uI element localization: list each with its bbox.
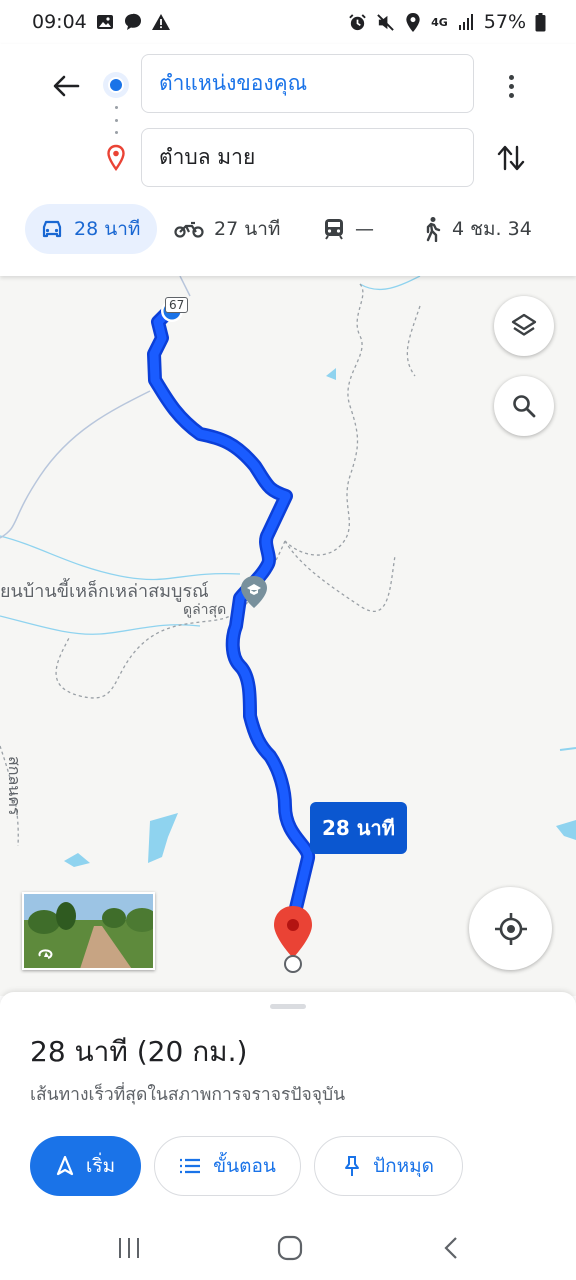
swap-button[interactable] <box>494 138 528 178</box>
status-right: 4G 57% <box>347 11 546 33</box>
travel-modes: 28 นาที 27 นาที — 4 ชม. 34 <box>0 204 576 256</box>
layers-icon <box>511 313 537 336</box>
route-summary-sheet[interactable]: 28 นาที (20 กม.) เส้นทางเร็วที่สุดในสภาพ… <box>0 992 576 1216</box>
search-along-route-button[interactable] <box>494 376 554 436</box>
poi-name[interactable]: ยนบ้านขี้เหล็กเหล่าสมบูรณ์ <box>0 576 209 605</box>
route-description: เส้นทางเร็วที่สุดในสภาพการจราจรปัจจุบัน <box>30 1085 346 1105</box>
mode-driving[interactable]: 28 นาที <box>25 204 157 254</box>
alarm-icon <box>347 12 367 32</box>
poi-subtitle: ดูล่าสุด <box>183 602 227 618</box>
message-bubble-icon <box>123 12 143 32</box>
mode-motorcycle[interactable]: 27 นาที <box>174 204 280 254</box>
back-nav-button[interactable] <box>431 1232 471 1264</box>
navigation-arrow-icon <box>56 1156 73 1176</box>
crosshair-icon <box>494 912 527 945</box>
map-view[interactable]: 67 ยนบ้านขี้เหล็กเหล่าสมบูรณ์ ดูล่าสุด ส… <box>0 276 576 996</box>
car-icon <box>42 220 62 238</box>
mode-walking-label: 4 ชม. 34 <box>452 218 532 240</box>
route-duration-distance: 28 นาที (20 กม.) <box>30 1035 248 1068</box>
steps-button[interactable]: ขั้นตอน <box>154 1136 301 1196</box>
recents-button[interactable] <box>109 1232 149 1264</box>
pushpin-icon <box>345 1156 360 1176</box>
more-options-button[interactable] <box>496 66 526 106</box>
road-number-shield: 67 <box>165 297 189 313</box>
home-icon <box>277 1235 303 1261</box>
home-button[interactable] <box>270 1232 310 1264</box>
recents-icon <box>119 1238 139 1258</box>
start-navigation-button[interactable]: เริ่ม <box>30 1136 141 1196</box>
status-bar: 09:04 4G 57% <box>0 0 576 44</box>
map-base <box>0 276 576 973</box>
swap-vertical-icon <box>497 145 525 171</box>
street-view-image <box>24 894 153 968</box>
arrow-left-icon <box>53 75 80 97</box>
layers-button[interactable] <box>494 296 554 356</box>
back-button[interactable] <box>46 66 86 106</box>
destination-field[interactable]: ตำบล มาย <box>141 128 474 187</box>
origin-text: ตำแหน่งของคุณ <box>159 71 308 95</box>
street-view-thumbnail[interactable] <box>22 892 155 970</box>
mute-icon <box>375 12 395 32</box>
system-nav-bar <box>0 1216 576 1280</box>
destination-marker-icon <box>274 906 312 973</box>
mode-walking[interactable]: 4 ชม. 34 <box>422 204 532 254</box>
pin-button[interactable]: ปักหมุด <box>314 1136 463 1196</box>
battery-icon <box>534 12 546 32</box>
mode-transit-label: — <box>355 218 374 240</box>
search-icon <box>513 395 536 418</box>
my-location-button[interactable] <box>469 887 552 970</box>
pin-label: ปักหมุด <box>373 1155 434 1177</box>
walk-icon <box>426 217 441 242</box>
mode-motorcycle-label: 27 นาที <box>214 218 281 240</box>
status-left: 09:04 <box>32 11 171 33</box>
route-connector-dots <box>114 106 118 134</box>
motorcycle-icon <box>174 221 204 238</box>
network-type: 4G <box>431 15 448 29</box>
steps-label: ขั้นตอน <box>213 1155 276 1177</box>
destination-text: ตำบล มาย <box>159 145 256 169</box>
location-icon <box>403 12 423 32</box>
gallery-icon <box>95 12 115 32</box>
directions-header: ตำแหน่งของคุณ ตำบล มาย 28 นาที 27 นาที —… <box>0 44 576 276</box>
chevron-left-icon <box>444 1237 457 1259</box>
warning-icon <box>151 12 171 32</box>
mode-driving-label: 28 นาที <box>74 218 141 240</box>
mode-transit[interactable]: — <box>323 204 374 254</box>
destination-pin-icon <box>104 144 128 172</box>
sheet-drag-handle[interactable] <box>270 1004 306 1009</box>
start-label: เริ่ม <box>85 1155 116 1177</box>
clock: 09:04 <box>32 11 87 33</box>
route-time-label[interactable]: 28 นาที <box>310 802 407 854</box>
battery-percent: 57% <box>483 11 526 33</box>
origin-field[interactable]: ตำแหน่งของคุณ <box>141 54 474 113</box>
list-icon <box>180 1158 201 1174</box>
province-label: สกลนคร <box>5 756 24 816</box>
signal-icon <box>456 12 476 32</box>
transit-icon <box>325 219 343 240</box>
origin-dot-icon <box>103 72 129 98</box>
